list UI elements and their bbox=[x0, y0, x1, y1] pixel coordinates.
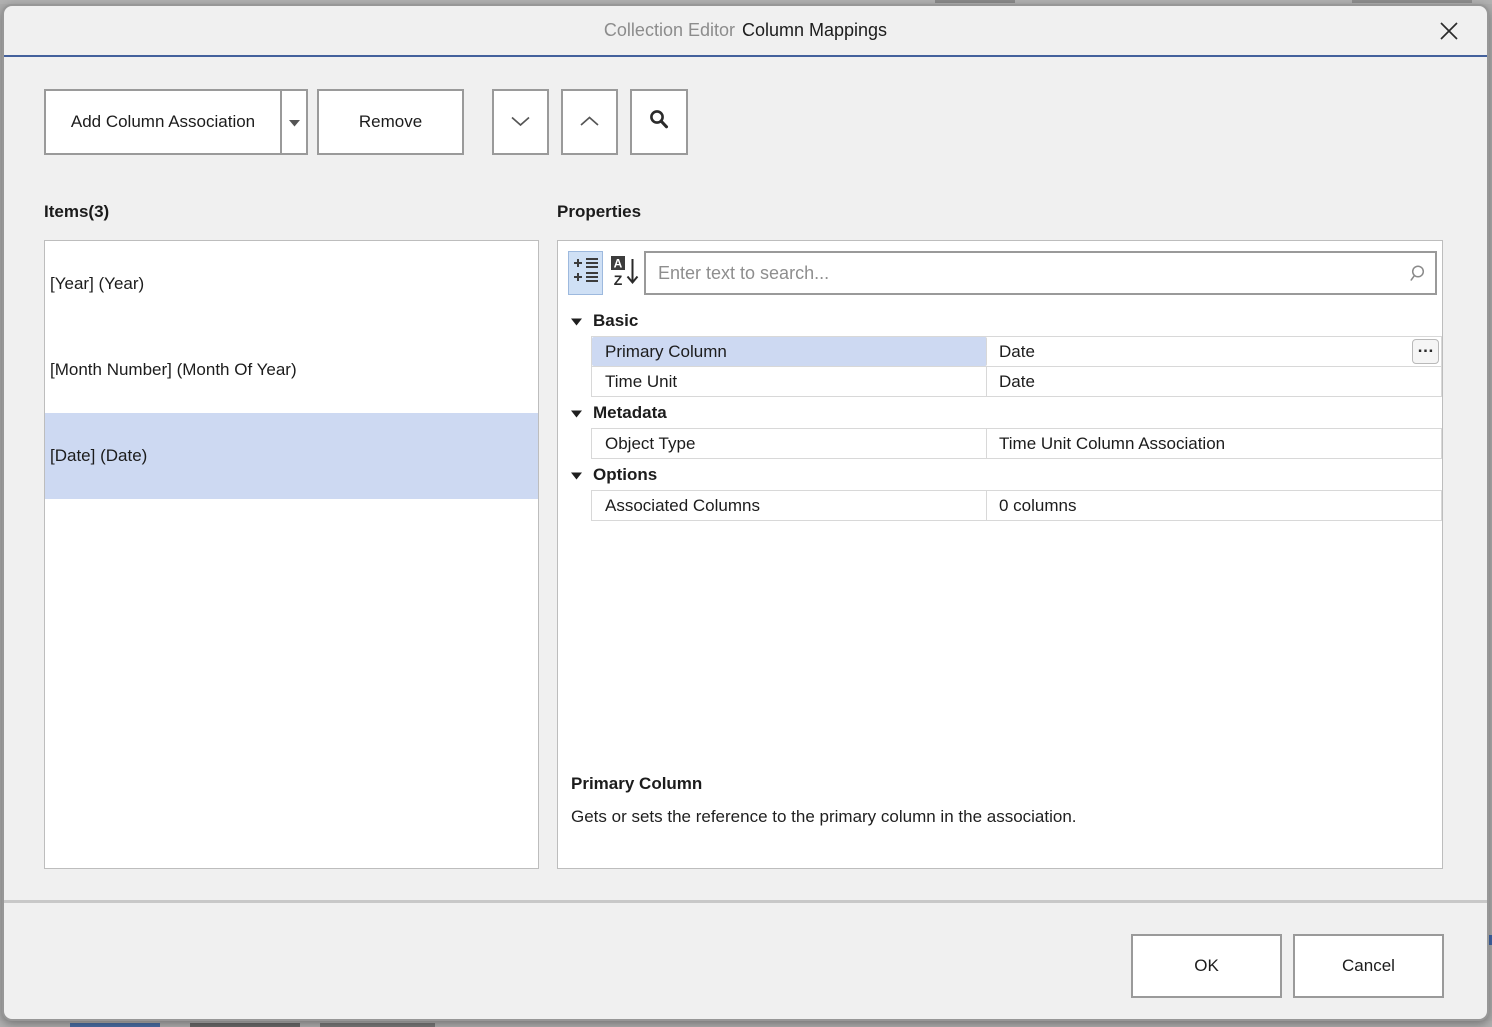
magnifier-icon bbox=[647, 108, 671, 137]
find-item-button[interactable] bbox=[630, 89, 688, 155]
property-search-input[interactable] bbox=[644, 251, 1437, 295]
category-label: Basic bbox=[593, 311, 638, 331]
property-row-primary-column: Primary Column Date … bbox=[591, 336, 1442, 367]
category-metadata[interactable]: Metadata bbox=[558, 397, 1442, 428]
dialog-titlebar: Collection Editor Column Mappings bbox=[4, 6, 1487, 57]
list-item-month-number[interactable]: [Month Number] (Month Of Year) bbox=[45, 327, 538, 413]
screen: Collection Editor Column Mappings Add Col… bbox=[0, 0, 1492, 1027]
caret-down-icon bbox=[289, 112, 300, 132]
property-value-cell[interactable]: Time Unit Column Association bbox=[987, 429, 1441, 458]
items-panel-header: Items(3) bbox=[44, 202, 109, 222]
property-value-cell[interactable]: Date … bbox=[987, 337, 1441, 366]
footer-separator bbox=[4, 900, 1487, 903]
property-value-cell[interactable]: 0 columns bbox=[987, 491, 1441, 520]
add-column-association-button[interactable]: Add Column Association bbox=[44, 89, 282, 155]
properties-panel-header: Properties bbox=[557, 202, 641, 222]
category-label: Metadata bbox=[593, 403, 667, 423]
property-row-associated-columns: Associated Columns 0 columns bbox=[591, 490, 1442, 521]
svg-text:Z: Z bbox=[613, 272, 622, 287]
chevron-up-icon bbox=[580, 112, 599, 132]
triangle-down-icon bbox=[571, 465, 582, 485]
property-grid: Basic Primary Column Date … Time Unit Da… bbox=[558, 305, 1442, 521]
category-label: Options bbox=[593, 465, 657, 485]
sort-az-toggle[interactable]: A Z bbox=[607, 251, 642, 295]
background-app-bottom-sliver bbox=[0, 1021, 1492, 1027]
dialog-title-main: Column Mappings bbox=[742, 20, 887, 40]
sort-az-icon: A Z bbox=[611, 255, 639, 292]
categorized-view-icon bbox=[573, 257, 599, 290]
collection-editor-dialog: Collection Editor Column Mappings Add Col… bbox=[2, 4, 1489, 1021]
move-down-button[interactable] bbox=[492, 89, 549, 155]
dialog-title: Collection Editor Column Mappings bbox=[604, 20, 887, 41]
triangle-down-icon bbox=[571, 311, 582, 331]
properties-panel: A Z Basic Prim bbox=[557, 240, 1443, 869]
close-button[interactable] bbox=[1433, 17, 1465, 49]
property-row-object-type: Object Type Time Unit Column Association bbox=[591, 428, 1442, 459]
property-description-title: Primary Column bbox=[571, 774, 1426, 794]
categorized-view-toggle[interactable] bbox=[568, 251, 603, 295]
property-value: Time Unit Column Association bbox=[999, 434, 1225, 454]
category-options[interactable]: Options bbox=[558, 459, 1442, 490]
property-name-cell[interactable]: Object Type bbox=[592, 429, 987, 458]
property-value-cell[interactable]: Date bbox=[987, 367, 1441, 396]
cancel-button[interactable]: Cancel bbox=[1293, 934, 1444, 998]
property-value: Date bbox=[999, 342, 1035, 362]
list-item-date[interactable]: [Date] (Date) bbox=[45, 413, 538, 499]
property-name-cell[interactable]: Associated Columns bbox=[592, 491, 987, 520]
category-basic[interactable]: Basic bbox=[558, 305, 1442, 336]
chevron-down-icon bbox=[511, 112, 530, 132]
close-icon bbox=[1438, 20, 1460, 47]
move-up-button[interactable] bbox=[561, 89, 618, 155]
dialog-title-prefix: Collection Editor bbox=[604, 20, 735, 40]
property-row-time-unit: Time Unit Date bbox=[591, 366, 1442, 397]
open-editor-button[interactable]: … bbox=[1412, 339, 1439, 364]
property-value: 0 columns bbox=[999, 496, 1076, 516]
add-column-association-dropdown[interactable] bbox=[280, 89, 308, 155]
list-item-year[interactable]: [Year] (Year) bbox=[45, 241, 538, 327]
remove-button[interactable]: Remove bbox=[317, 89, 464, 155]
svg-text:A: A bbox=[613, 256, 622, 270]
property-name-cell[interactable]: Primary Column bbox=[592, 337, 987, 366]
ok-button[interactable]: OK bbox=[1131, 934, 1282, 998]
property-name-cell[interactable]: Time Unit bbox=[592, 367, 987, 396]
property-description-text: Gets or sets the reference to the primar… bbox=[571, 807, 1426, 827]
triangle-down-icon bbox=[571, 403, 582, 423]
items-list: [Year] (Year) [Month Number] (Month Of Y… bbox=[44, 240, 539, 869]
property-description: Primary Column Gets or sets the referenc… bbox=[571, 774, 1426, 827]
search-icon bbox=[1410, 264, 1429, 288]
property-value: Date bbox=[999, 372, 1035, 392]
